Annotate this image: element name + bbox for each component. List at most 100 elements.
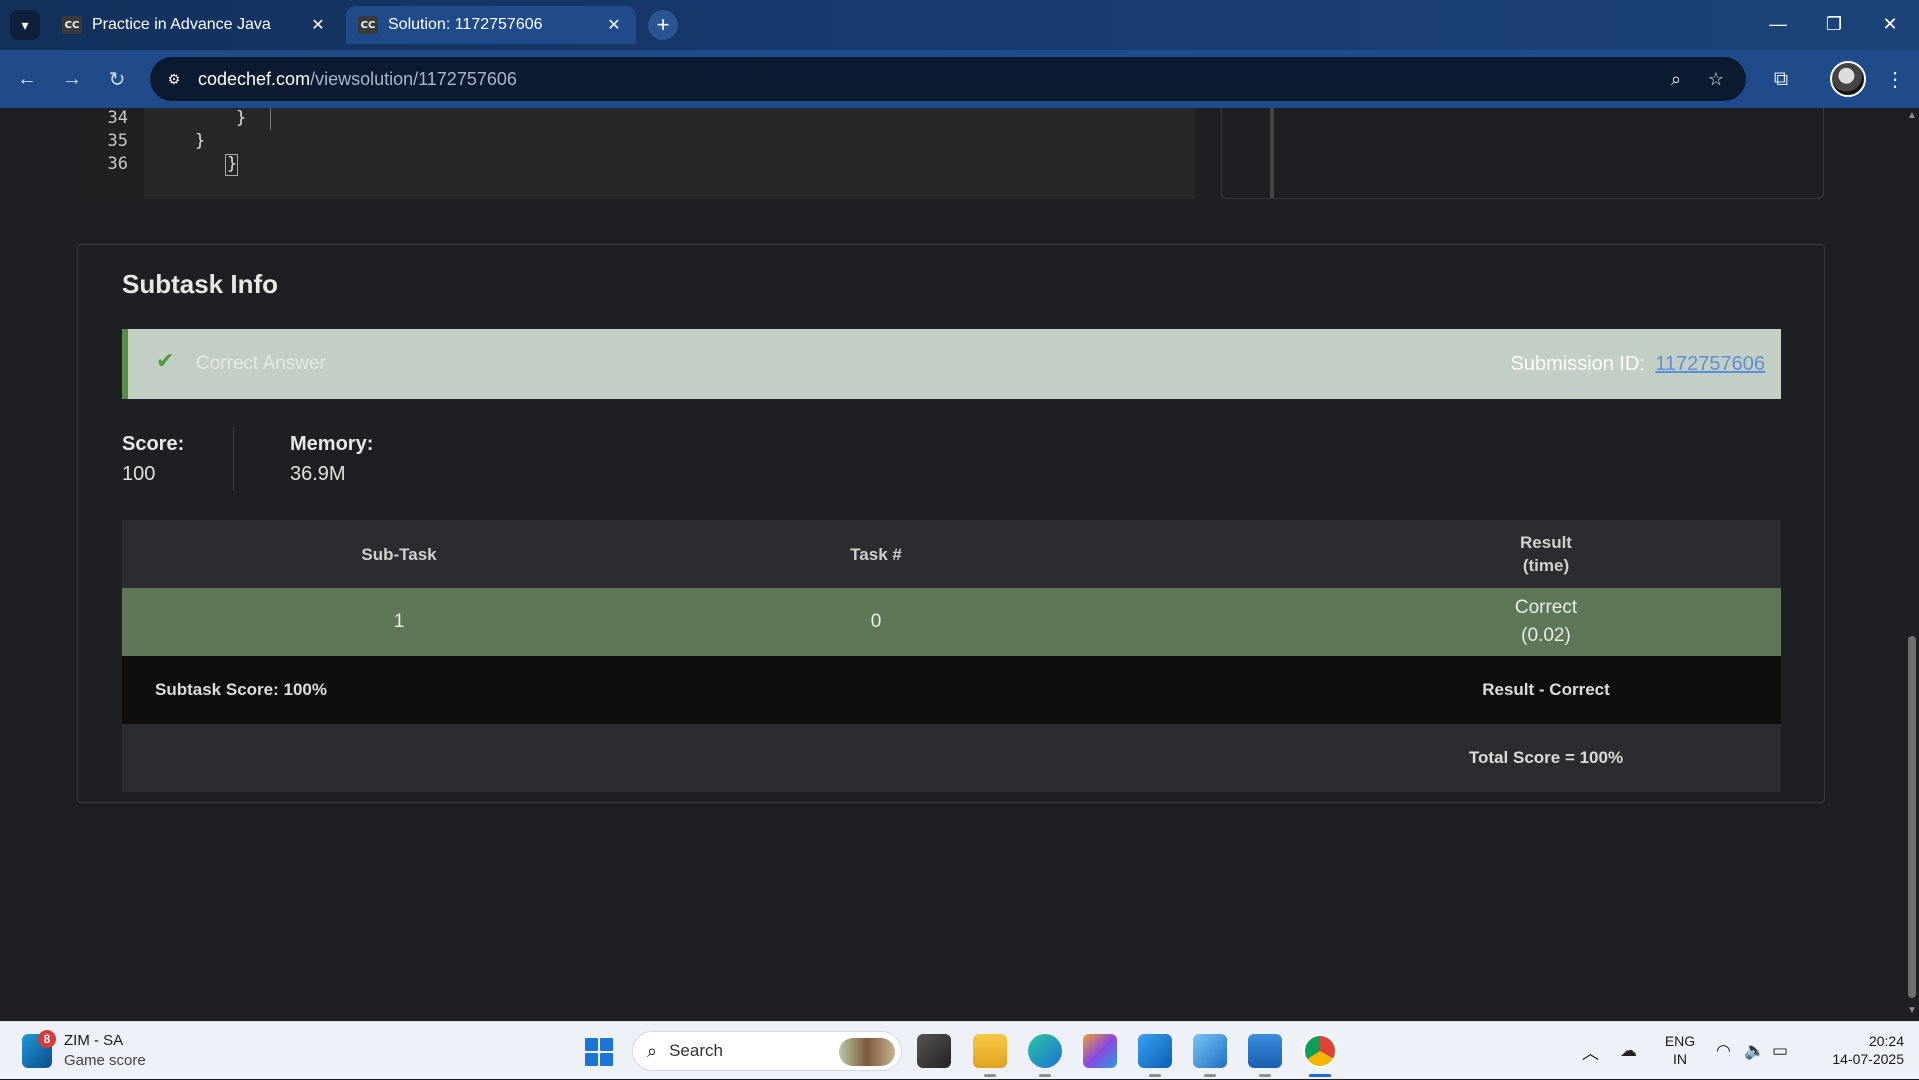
volume-icon[interactable]: 🔈 [1744,1022,1765,1080]
table-row: 1 0 Correct (0.02) [122,588,1781,656]
close-tab-icon[interactable]: ✕ [604,15,624,35]
tab-title: Solution: 1172757606 [388,16,543,33]
score-label: Score: [122,433,185,455]
address-bar[interactable]: ⚙ codechef.com/viewsolution/1172757606 ⌕… [150,57,1746,101]
url-path: /viewsolution/1172757606 [310,68,517,89]
tab-practice-advance-java[interactable]: CC Practice in Advance Java ✕ [50,6,340,44]
site-info-icon[interactable]: ⚙ [160,65,188,93]
bookmark-star-icon[interactable]: ☆ [1704,67,1728,91]
header-result-line1: Result [1520,533,1572,552]
forward-arrow-icon[interactable]: → [57,64,87,94]
tab-title: Practice in Advance Java [92,16,271,33]
code-line: } [195,131,206,151]
cell-subtask: 1 [393,611,405,632]
status-text: Correct Answer [196,353,326,374]
cell-result: Correct (0.02) [1326,588,1766,656]
scroll-thumb[interactable] [1908,636,1916,998]
taskbar-search[interactable]: ⌕ Search [632,1031,902,1071]
language-code: ENG [1664,1033,1696,1049]
photos-icon[interactable] [1193,1034,1227,1068]
back-arrow-icon[interactable]: ← [12,64,42,94]
file-explorer-icon[interactable] [973,1034,1007,1068]
line-number: 36 [107,154,128,174]
running-indicator [1259,1074,1271,1077]
notification-badge: 8 [38,1030,56,1048]
running-indicator [984,1074,996,1077]
active-indicator [1309,1074,1331,1077]
browser-toolbar: ← → ↻ ⚙ codechef.com/viewsolution/117275… [0,50,1919,108]
checkmark-icon: ✔ [156,349,175,374]
clock-date: 14-07-2025 [1832,1051,1904,1067]
codechef-favicon-icon: CC [62,16,82,34]
code-editor[interactable]: 34 35 36 } } } [78,108,1274,199]
search-icon: ⌕ [647,1040,658,1061]
tab-search-dropdown-icon[interactable]: ▾ [10,10,40,40]
page-scrollbar[interactable]: ▲ ▼ [1905,108,1919,1021]
wifi-icon[interactable]: ◠ [1716,1022,1731,1080]
section-title: Subtask Info [122,269,279,299]
minimize-icon[interactable]: — [1750,0,1806,48]
running-indicator [1039,1074,1051,1077]
close-tab-icon[interactable]: ✕ [308,15,328,35]
browser-menu-icon[interactable]: ⋮ [1880,64,1910,94]
task-view-icon[interactable] [917,1034,951,1068]
line-number-gutter: 34 35 36 [78,108,144,199]
system-clock[interactable]: 20:24 14-07-2025 [1808,1032,1904,1068]
submission-id-link[interactable]: 1172757606 [1655,353,1765,376]
header-subtask: Sub-Task [361,544,437,564]
code-line: } [227,154,238,174]
scroll-down-icon[interactable]: ▼ [1905,1005,1919,1016]
running-indicator [1149,1074,1161,1077]
news-widget[interactable]: 8 ZIM - SA Game score [22,1030,202,1074]
windows-taskbar: 8 ZIM - SA Game score ⌕ Search ︿ ☁ ENG I… [0,1021,1919,1079]
side-panel [1221,108,1824,199]
header-task: Task # [850,544,902,564]
subtask-score-row: Subtask Score: 100% Result - Correct [122,656,1781,724]
new-tab-button[interactable]: + [648,10,678,40]
running-indicator [1204,1074,1216,1077]
tab-solution[interactable]: CC Solution: 1172757606 ✕ [346,6,636,44]
vscode-icon[interactable] [1138,1034,1172,1068]
header-result: Result (time) [1326,520,1766,588]
memory-value: 36.9M [290,463,346,485]
stat-divider [233,427,234,491]
search-placeholder: Search [669,1041,723,1060]
copilot-icon[interactable] [1083,1034,1117,1068]
total-score-row: Total Score = 100% [122,724,1781,792]
edge-icon[interactable] [1028,1034,1062,1068]
subtask-info-card: Subtask Info ✔ Correct Answer Submission… [77,244,1825,803]
close-window-icon[interactable]: ✕ [1862,0,1918,48]
reload-icon[interactable]: ↻ [102,64,132,94]
widget-subtitle: Game score [64,1052,146,1069]
result-time: (0.02) [1521,625,1571,646]
result-summary-text: Result - Correct [1482,680,1610,699]
cell-task: 0 [870,611,882,632]
windows-start-icon[interactable] [585,1038,613,1066]
chrome-icon[interactable] [1303,1034,1337,1068]
browser-tab-bar: ▾ CC Practice in Advance Java ✕ CC Solut… [0,0,1919,50]
indent-guide [270,108,271,130]
search-highlight-image [839,1038,895,1066]
battery-icon[interactable]: ▭ [1772,1022,1788,1080]
result-text: Correct [1514,597,1578,618]
profile-avatar[interactable] [1830,61,1866,97]
total-score-text: Total Score = 100% [1468,748,1624,767]
code-line: } [236,108,247,128]
restore-icon[interactable]: ❐ [1806,0,1862,48]
widget-title: ZIM - SA [64,1032,124,1049]
notepad-icon[interactable] [1248,1034,1282,1068]
scroll-up-icon[interactable]: ▲ [1905,110,1919,121]
subtask-score-text: Subtask Score: 100% [155,680,327,699]
zoom-icon[interactable]: ⌕ [1664,67,1688,91]
header-result-line2: (time) [1522,556,1570,575]
language-indicator[interactable]: ENG IN [1660,1032,1700,1068]
line-number: 35 [107,131,128,151]
page-content: 34 35 36 } } } Subtask Info ✔ Correct An… [0,108,1905,1021]
extensions-icon[interactable]: ⧉ [1766,64,1796,94]
score-value: 100 [122,463,156,485]
onedrive-cloud-icon[interactable]: ☁ [1620,1022,1637,1080]
result-banner: ✔ Correct Answer Submission ID: 11727576… [122,329,1781,399]
clock-time: 20:24 [1868,1033,1904,1049]
show-hidden-icons-icon[interactable]: ︿ [1582,1022,1599,1080]
memory-label: Memory: [290,433,374,455]
